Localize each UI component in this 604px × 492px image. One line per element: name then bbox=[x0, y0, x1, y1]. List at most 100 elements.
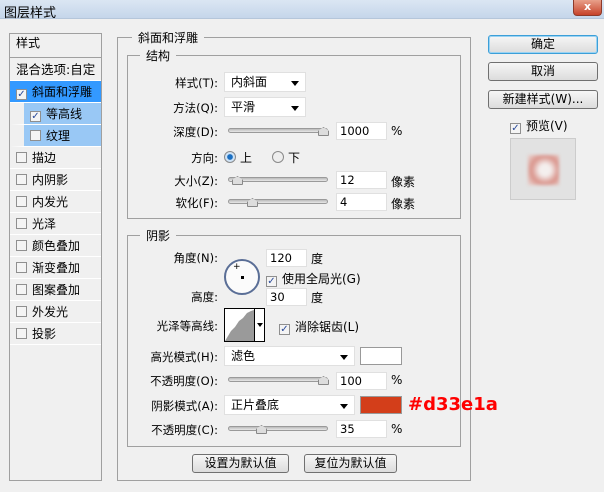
gloss-contour-label: 光泽等高线: bbox=[156, 319, 218, 333]
depth-input[interactable]: 1000 bbox=[336, 122, 387, 140]
style-item[interactable]: 颜色叠加 bbox=[10, 235, 101, 257]
light-crosshair-icon: + bbox=[233, 262, 241, 272]
angle-input[interactable]: 120 bbox=[266, 249, 307, 267]
shadow-color-swatch[interactable] bbox=[360, 396, 402, 414]
highlight-mode-label: 高光模式(H): bbox=[150, 350, 219, 364]
depth-slider[interactable] bbox=[228, 128, 328, 133]
style-item[interactable]: 外发光 bbox=[10, 301, 101, 323]
highlight-opacity-unit: % bbox=[391, 373, 403, 387]
angle-label: 角度(N): bbox=[173, 251, 218, 265]
checkbox-icon[interactable]: ✓ bbox=[16, 89, 27, 100]
styles-list: 样式 混合选项:自定 ✓ 斜面和浮雕 ✓ 等高线纹理描边内阴影内发光光泽颜色叠加渐变叠… bbox=[9, 33, 102, 481]
window-title: 图层样式 bbox=[4, 6, 57, 21]
global-light-checkbox[interactable]: ✓ 使用全局光(G) bbox=[266, 270, 361, 287]
style-item-label: 斜面和浮雕 bbox=[32, 85, 93, 99]
highlight-mode-select[interactable]: 滤色 bbox=[224, 346, 355, 366]
shadow-mode-value: 正片叠底 bbox=[231, 398, 280, 412]
checkbox-icon[interactable] bbox=[30, 130, 41, 141]
shadow-opacity-input[interactable]: 35 bbox=[336, 420, 387, 438]
style-item-label: 投影 bbox=[32, 327, 57, 341]
shadow-opacity-unit: % bbox=[391, 422, 403, 436]
style-item[interactable]: ✓ 等高线 bbox=[10, 103, 101, 125]
highlight-opacity-slider[interactable] bbox=[228, 377, 328, 382]
direction-down-radio[interactable] bbox=[272, 151, 284, 163]
shadow-mode-label: 阴影模式(A): bbox=[151, 399, 218, 413]
checkbox-icon[interactable] bbox=[16, 174, 27, 185]
shadow-opacity-label: 不透明度(C): bbox=[151, 423, 218, 437]
highlight-color-swatch[interactable] bbox=[360, 347, 402, 365]
style-item[interactable]: 图案叠加 bbox=[10, 279, 101, 301]
size-input[interactable]: 12 bbox=[336, 171, 387, 189]
antialias-label: 消除锯齿(L) bbox=[295, 320, 360, 334]
highlight-opacity-input[interactable]: 100 bbox=[336, 372, 387, 390]
direction-label: 方向: bbox=[191, 151, 218, 165]
chevron-down-icon bbox=[257, 323, 263, 327]
dial-center-icon bbox=[241, 276, 244, 279]
global-light-label: 使用全局光(G) bbox=[282, 272, 361, 286]
cancel-button[interactable]: 取消 bbox=[488, 62, 598, 81]
preview-checkbox[interactable]: ✓ 预览(V) bbox=[510, 117, 568, 134]
checkbox-icon[interactable] bbox=[16, 196, 27, 207]
soften-input[interactable]: 4 bbox=[336, 193, 387, 211]
style-item[interactable]: 内发光 bbox=[10, 191, 101, 213]
style-item[interactable]: 内阴影 bbox=[10, 169, 101, 191]
highlight-mode-value: 滤色 bbox=[231, 349, 256, 363]
depth-unit: % bbox=[391, 124, 403, 138]
style-item-label: 渐变叠加 bbox=[32, 261, 81, 275]
chevron-down-icon bbox=[340, 355, 348, 360]
shadow-opacity-slider[interactable] bbox=[228, 426, 328, 431]
soften-unit: 像素 bbox=[391, 197, 416, 211]
style-item[interactable]: 投影 bbox=[10, 323, 101, 345]
blending-options[interactable]: 混合选项:自定 bbox=[10, 58, 101, 81]
soften-label: 软化(F): bbox=[175, 196, 218, 210]
angle-dial[interactable]: + bbox=[224, 259, 260, 295]
checkbox-icon[interactable] bbox=[16, 152, 27, 163]
chevron-down-icon bbox=[291, 106, 299, 111]
new-style-button[interactable]: 新建样式(W)... bbox=[488, 90, 598, 109]
style-item-label: 颜色叠加 bbox=[32, 239, 81, 253]
checkbox-icon[interactable] bbox=[16, 306, 27, 317]
style-item-label: 光泽 bbox=[32, 217, 57, 231]
size-unit: 像素 bbox=[391, 175, 416, 189]
style-select[interactable]: 内斜面 bbox=[224, 72, 306, 92]
title-bar bbox=[0, 0, 604, 19]
style-item-label: 图案叠加 bbox=[32, 283, 81, 297]
reset-default-button[interactable]: 复位为默认值 bbox=[304, 454, 397, 473]
technique-select[interactable]: 平滑 bbox=[224, 97, 306, 117]
antialias-checkbox[interactable]: ✓ 消除锯齿(L) bbox=[279, 318, 359, 335]
checkbox-icon: ✓ bbox=[266, 276, 277, 287]
checkbox-icon[interactable] bbox=[16, 328, 27, 339]
altitude-input[interactable]: 30 bbox=[266, 288, 307, 306]
gloss-contour-picker[interactable] bbox=[224, 308, 265, 342]
checkbox-icon[interactable]: ✓ bbox=[30, 111, 41, 122]
soften-slider[interactable] bbox=[228, 199, 328, 204]
checkbox-icon[interactable] bbox=[16, 218, 27, 229]
style-value: 内斜面 bbox=[231, 75, 268, 89]
size-slider[interactable] bbox=[228, 177, 328, 182]
checkbox-icon[interactable] bbox=[16, 262, 27, 273]
style-item[interactable]: 渐变叠加 bbox=[10, 257, 101, 279]
color-annotation: #d33e1a bbox=[408, 394, 498, 415]
checkbox-icon: ✓ bbox=[510, 123, 521, 134]
structure-title: 结构 bbox=[140, 47, 177, 64]
altitude-label: 高度: bbox=[191, 290, 218, 304]
style-label: 样式(T): bbox=[175, 76, 218, 90]
style-item-label: 内阴影 bbox=[32, 173, 69, 187]
checkbox-icon[interactable] bbox=[16, 240, 27, 251]
close-button[interactable]: x bbox=[573, 0, 602, 16]
style-item[interactable]: ✓ 斜面和浮雕 bbox=[10, 81, 101, 103]
style-item[interactable]: 纹理 bbox=[10, 125, 101, 147]
style-item[interactable]: 光泽 bbox=[10, 213, 101, 235]
technique-value: 平滑 bbox=[231, 100, 256, 114]
checkbox-icon[interactable] bbox=[16, 284, 27, 295]
style-item[interactable]: 描边 bbox=[10, 147, 101, 169]
altitude-unit: 度 bbox=[311, 291, 324, 305]
styles-header: 样式 bbox=[10, 34, 101, 58]
shadow-mode-select[interactable]: 正片叠底 bbox=[224, 395, 355, 415]
ok-button[interactable]: 确定 bbox=[488, 35, 598, 54]
style-item-label: 内发光 bbox=[32, 195, 69, 209]
angle-unit: 度 bbox=[311, 252, 324, 266]
make-default-button[interactable]: 设置为默认值 bbox=[192, 454, 289, 473]
direction-up-radio[interactable] bbox=[224, 151, 236, 163]
style-item-label: 纹理 bbox=[46, 129, 71, 143]
